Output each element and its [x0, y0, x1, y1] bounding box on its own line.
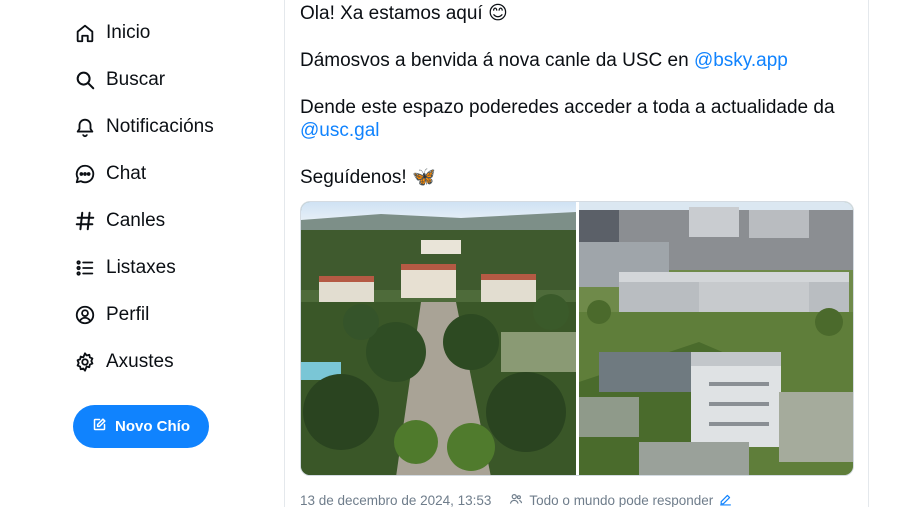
bell-icon [74, 116, 96, 138]
home-icon [74, 22, 96, 44]
reply-setting-text: Todo o mundo pode responder [529, 493, 714, 507]
post-image[interactable] [579, 202, 853, 475]
column-divider-right [868, 0, 869, 507]
mention-link[interactable]: @bsky.app [694, 50, 788, 71]
post-meta: 13 de decembro de 2024, 13:53 Todo o mun… [300, 492, 732, 507]
profile-icon [74, 304, 96, 326]
compose-button-label: Novo Chío [115, 418, 190, 435]
sidebar-item-feeds[interactable]: Canles [74, 206, 165, 236]
hashtag-icon [74, 210, 96, 232]
sidebar-item-label: Canles [106, 210, 166, 231]
post-timestamp[interactable]: 13 de decembro de 2024, 13:53 [300, 493, 491, 507]
post-text: Dámosvos a benvida á nova canle da USC e… [300, 50, 694, 71]
sidebar-item-settings[interactable]: Axustes [74, 347, 174, 377]
gear-icon [74, 351, 96, 373]
sidebar-item-label: Buscar [106, 69, 166, 90]
edit-pencil-icon[interactable] [719, 493, 732, 507]
compose-icon [92, 417, 107, 436]
sidebar-nav: Inicio Buscar Notificacións Chat Canles … [0, 0, 284, 507]
post-image-grid [300, 201, 854, 476]
sidebar-item-label: Inicio [106, 22, 151, 43]
post-text-line: Seguídenos! 🦋 [300, 167, 436, 188]
sidebar-item-search[interactable]: Buscar [74, 65, 165, 95]
mention-link[interactable]: @usc.gal [300, 120, 380, 141]
sidebar-item-lists[interactable]: Listaxes [74, 253, 176, 283]
post-text-line: Dámosvos a benvida á nova canle da USC e… [300, 49, 788, 73]
sidebar-item-home[interactable]: Inicio [74, 18, 150, 48]
list-icon [74, 257, 96, 279]
sidebar-item-notifications[interactable]: Notificacións [74, 112, 214, 142]
people-icon [509, 492, 523, 507]
sidebar-item-label: Perfil [106, 304, 150, 325]
column-divider-left [284, 0, 285, 507]
post-image[interactable] [301, 202, 576, 475]
sidebar-item-chat[interactable]: Chat [74, 159, 146, 189]
sidebar-item-label: Listaxes [106, 257, 176, 278]
chat-icon [74, 163, 96, 185]
post-text-line: Dende este espazo poderedes acceder a to… [300, 97, 835, 118]
sidebar-item-profile[interactable]: Perfil [74, 300, 149, 330]
compose-button[interactable]: Novo Chío [73, 405, 209, 448]
sidebar-item-label: Axustes [106, 351, 174, 372]
search-icon [74, 69, 96, 91]
sidebar-item-label: Chat [106, 163, 147, 184]
post-text-line: @usc.gal [300, 119, 380, 143]
post-text-line: Ola! Xa estamos aquí 😊 [300, 3, 508, 24]
sidebar-item-label: Notificacións [106, 116, 214, 137]
